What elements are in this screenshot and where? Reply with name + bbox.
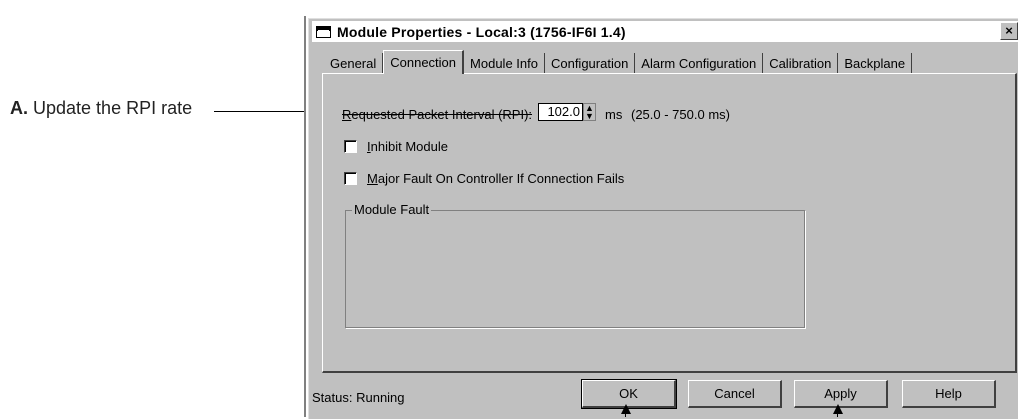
- close-button[interactable]: ×: [1000, 22, 1018, 40]
- major-fault-checkbox[interactable]: [344, 172, 357, 185]
- callout-label: A. Update the RPI rate: [10, 98, 192, 119]
- module-fault-label: Module Fault: [352, 202, 432, 217]
- inhibit-module-label[interactable]: Inhibit Module: [367, 139, 448, 154]
- rpi-input[interactable]: 102.0: [538, 103, 583, 121]
- major-fault-label[interactable]: Major Fault On Controller If Connection …: [367, 171, 624, 186]
- tab-backplane[interactable]: Backplane: [838, 53, 913, 73]
- tab-calibration[interactable]: Calibration: [763, 53, 839, 73]
- title-bar[interactable]: Module Properties - Local:3 (1756-IF6I 1…: [312, 21, 1018, 42]
- inhibit-module-row[interactable]: Inhibit Module: [344, 139, 448, 154]
- apply-pointer-line: [837, 413, 838, 417]
- spinner-down-icon[interactable]: ▼: [584, 112, 595, 121]
- inhibit-module-checkbox[interactable]: [344, 140, 357, 153]
- major-fault-row[interactable]: Major Fault On Controller If Connection …: [344, 171, 624, 186]
- help-button[interactable]: Help: [902, 380, 996, 408]
- callout-letter: A.: [10, 98, 28, 118]
- tab-general[interactable]: General: [324, 53, 384, 73]
- rpi-range: (25.0 - 750.0 ms): [631, 107, 730, 122]
- tab-strip: General Connection Module Info Configura…: [324, 49, 913, 74]
- tab-alarm-configuration[interactable]: Alarm Configuration: [635, 53, 764, 73]
- tab-module-info[interactable]: Module Info: [464, 53, 545, 73]
- ok-pointer-arrow: [621, 404, 631, 414]
- ok-pointer-line: [625, 413, 626, 417]
- window-title: Module Properties - Local:3 (1756-IF6I 1…: [337, 23, 626, 40]
- apply-pointer-arrow: [833, 404, 843, 414]
- status-text: Status: Running: [312, 390, 405, 405]
- tab-configuration[interactable]: Configuration: [545, 53, 636, 73]
- module-fault-groupbox: [345, 210, 805, 328]
- status-value: Running: [356, 390, 405, 405]
- callout-text: Update the RPI rate: [33, 98, 193, 118]
- rpi-spinner[interactable]: ▲ ▼: [583, 103, 596, 121]
- tab-connection[interactable]: Connection: [383, 50, 465, 74]
- window-icon: [316, 25, 331, 38]
- rpi-unit: ms: [605, 107, 623, 122]
- module-properties-window: Module Properties - Local:3 (1756-IF6I 1…: [306, 16, 1018, 419]
- rpi-callout-strike: [342, 114, 532, 115]
- status-label: Status:: [312, 390, 353, 405]
- cancel-button[interactable]: Cancel: [688, 380, 782, 408]
